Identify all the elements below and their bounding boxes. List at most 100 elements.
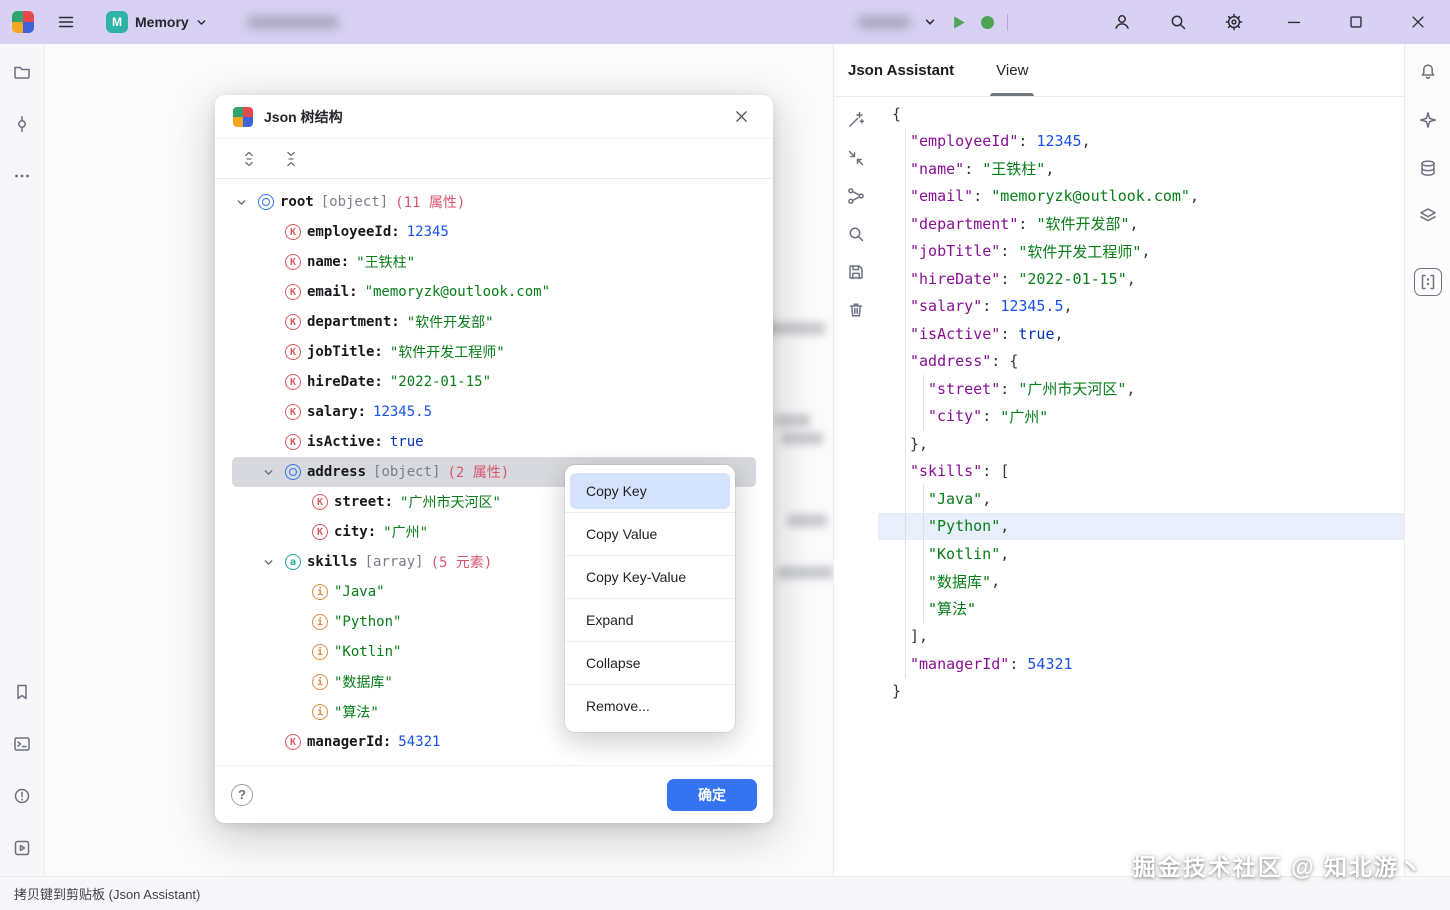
bookmarks-icon[interactable] [8, 678, 36, 706]
menu-item-expand[interactable]: Expand [565, 602, 735, 638]
notifications-icon[interactable] [1414, 58, 1442, 86]
tree-node-value: "memoryzk@outlook.com" [365, 284, 550, 300]
tree-node-label: skills [307, 554, 358, 570]
left-tool-stripe [0, 44, 45, 876]
expander-chevron-icon[interactable] [263, 467, 285, 478]
code-line[interactable]: "city": "广州" [878, 403, 1404, 431]
code-line[interactable]: "数据库", [878, 568, 1404, 596]
indent-guide [892, 210, 910, 238]
indent-guide [892, 540, 910, 568]
database-icon[interactable] [1414, 154, 1442, 182]
run-button[interactable] [949, 13, 968, 32]
indent-guide [892, 348, 910, 376]
tree-node-label: address [307, 464, 366, 480]
tree-row-employeeid[interactable]: KemployeeId:12345 [232, 217, 756, 247]
code-line[interactable]: "skills": [ [878, 458, 1404, 486]
code-line[interactable]: "street": "广州市天河区", [878, 375, 1404, 403]
expander-chevron-icon[interactable] [236, 197, 258, 208]
collapse-all-icon[interactable] [277, 145, 305, 173]
expander-chevron-icon[interactable] [263, 557, 285, 568]
close-icon[interactable] [1404, 8, 1432, 36]
chevron-down-icon[interactable] [924, 16, 936, 28]
run-config-blurred[interactable] [857, 16, 911, 29]
code-line[interactable]: } [878, 678, 1404, 706]
tree-node-label: root [280, 194, 314, 210]
tree-row-root[interactable]: root[object](11 属性) [232, 187, 756, 217]
indent-guide [910, 540, 928, 568]
code-line[interactable]: }, [878, 430, 1404, 458]
indent-guide [910, 568, 928, 596]
code-line[interactable]: "jobTitle": "软件开发工程师", [878, 238, 1404, 266]
search-icon[interactable] [1164, 8, 1192, 36]
search-icon[interactable] [843, 221, 869, 247]
code-line[interactable]: "email": "memoryzk@outlook.com", [878, 183, 1404, 211]
terminal-icon[interactable] [8, 730, 36, 758]
layers-icon[interactable] [1414, 202, 1442, 230]
problems-icon[interactable] [8, 782, 36, 810]
tree-row-department[interactable]: Kdepartment:"软件开发部" [232, 307, 756, 337]
beautify-icon[interactable] [843, 107, 869, 133]
menu-item-copy-key[interactable]: Copy Key [570, 473, 730, 509]
project-name: Memory [135, 14, 189, 30]
code-line[interactable]: "salary": 12345.5, [878, 293, 1404, 321]
save-icon[interactable] [843, 259, 869, 285]
tree-row-name[interactable]: Kname:"王铁柱" [232, 247, 756, 277]
minimize-icon[interactable] [1280, 8, 1308, 36]
window-controls [1280, 8, 1432, 36]
code-line[interactable]: "Python", [878, 513, 1404, 541]
dialog-close-icon[interactable] [727, 103, 755, 131]
rerun-button[interactable] [981, 16, 994, 29]
code-line[interactable]: ], [878, 623, 1404, 651]
settings-icon[interactable] [1220, 8, 1248, 36]
code-line[interactable]: "name": "王铁柱", [878, 155, 1404, 183]
tree-row-salary[interactable]: Ksalary:12345.5 [232, 397, 756, 427]
maximize-icon[interactable] [1342, 8, 1370, 36]
tree-node-value: "Python" [334, 614, 401, 630]
folder-icon[interactable] [8, 58, 36, 86]
menu-item-collapse[interactable]: Collapse [565, 645, 735, 681]
code-line[interactable]: "Java", [878, 485, 1404, 513]
tree-node-label: street: [334, 494, 393, 510]
json-assistant-icon[interactable] [1414, 268, 1442, 296]
code-line[interactable]: "hireDate": "2022-01-15", [878, 265, 1404, 293]
structure-icon[interactable] [843, 183, 869, 209]
plugin-logo-icon [233, 107, 253, 127]
ok-button[interactable]: 确定 [667, 779, 757, 811]
main-menu-icon[interactable] [52, 8, 80, 36]
json-assistant-panel: Json Assistant View {"employeeId": 12345… [833, 44, 1404, 876]
code-line[interactable]: "isActive": true, [878, 320, 1404, 348]
tree-node-count: (11 属性) [395, 192, 465, 212]
key-type-icon: K [285, 314, 301, 330]
menu-item-remove[interactable]: Remove... [565, 688, 735, 724]
panel-title: Json Assistant [848, 62, 954, 79]
menu-item-copy-key-value[interactable]: Copy Key-Value [565, 559, 735, 595]
minify-icon[interactable] [843, 145, 869, 171]
code-line[interactable]: "department": "软件开发部", [878, 210, 1404, 238]
profile-icon[interactable] [1108, 8, 1136, 36]
help-button[interactable]: ? [231, 784, 253, 806]
code-line[interactable]: "算法" [878, 595, 1404, 623]
code-line[interactable]: "address": { [878, 348, 1404, 376]
tab-view[interactable]: View [992, 44, 1032, 96]
tree-row-hiredate[interactable]: KhireDate:"2022-01-15" [232, 367, 756, 397]
right-stripe-icons [1414, 58, 1442, 296]
more-icon[interactable] [8, 162, 36, 190]
tree-row-jobtitle[interactable]: KjobTitle:"软件开发工程师" [232, 337, 756, 367]
code-line[interactable]: "Kotlin", [878, 540, 1404, 568]
tree-row-isactive[interactable]: KisActive:true [232, 427, 756, 457]
delete-icon[interactable] [843, 297, 869, 323]
commit-icon[interactable] [8, 110, 36, 138]
key-type-icon: K [285, 734, 301, 750]
tree-row-email[interactable]: Kemail:"memoryzk@outlook.com" [232, 277, 756, 307]
code-line[interactable]: "managerId": 54321 [878, 650, 1404, 678]
expand-all-icon[interactable] [235, 145, 263, 173]
ai-icon[interactable] [1414, 106, 1442, 134]
code-line[interactable]: "employeeId": 12345, [878, 128, 1404, 156]
menu-item-copy-value[interactable]: Copy Value [565, 516, 735, 552]
json-code[interactable]: {"employeeId": 12345,"name": "王铁柱","emai… [878, 97, 1404, 876]
vcs-widget-blurred[interactable] [247, 16, 339, 29]
code-line[interactable]: { [878, 100, 1404, 128]
tree-node-count: (5 元素) [431, 552, 493, 572]
services-icon[interactable] [8, 834, 36, 862]
project-widget[interactable]: M Memory [100, 8, 213, 36]
